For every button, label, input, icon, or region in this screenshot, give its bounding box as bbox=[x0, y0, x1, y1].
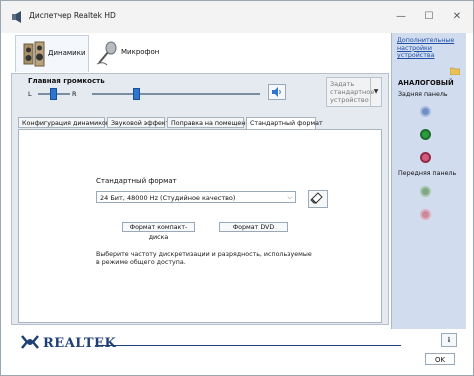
reset-format-button[interactable] bbox=[308, 190, 328, 208]
dvd-format-button[interactable]: Формат DVD bbox=[219, 222, 288, 232]
ok-button[interactable]: OK bbox=[425, 353, 455, 365]
title-bar: Диспетчер Realtek HD — ☐ ✕ bbox=[1, 1, 473, 33]
close-button[interactable]: ✕ bbox=[449, 9, 465, 25]
info-icon: ℹ bbox=[447, 336, 451, 344]
window-title: Диспетчер Realtek HD bbox=[29, 11, 116, 20]
tab-sound-effect[interactable]: Звуковой эффект bbox=[107, 117, 169, 128]
maximize-button[interactable]: ☐ bbox=[421, 9, 437, 25]
rear-pink-jack[interactable] bbox=[420, 152, 431, 163]
tab-microphone-label: Микрофон bbox=[121, 48, 160, 56]
format-select[interactable]: 24 Бит, 48000 Hz (Студийное качество) ⌵ bbox=[96, 191, 296, 203]
default-format-label: Стандартный формат bbox=[96, 177, 177, 185]
rear-panel-label: Задняя панель bbox=[398, 91, 448, 98]
minimize-button[interactable]: — bbox=[393, 9, 409, 25]
main-panel: Главная громкость L R Задать стандартное… bbox=[11, 73, 389, 325]
left-channel-label: L bbox=[28, 90, 32, 98]
volume-slider-track bbox=[92, 93, 260, 95]
rear-green-jack[interactable] bbox=[420, 129, 431, 140]
device-tabs: Динамики Микрофон bbox=[11, 33, 391, 73]
realtek-app-icon bbox=[12, 11, 21, 23]
tab-speakers[interactable]: Динамики bbox=[15, 35, 89, 72]
set-default-device-button[interactable]: Задать стандартное устройство ▼ bbox=[326, 77, 382, 107]
analog-title: АНАЛОГОВЫЙ bbox=[398, 79, 454, 87]
realtek-hd-manager-window: Диспетчер Realtek HD — ☐ ✕ Динамики Микр… bbox=[0, 0, 474, 376]
tab-speaker-configuration[interactable]: Конфигурация динамиков bbox=[18, 117, 110, 128]
eraser-icon bbox=[310, 192, 323, 204]
volume-slider-thumb[interactable] bbox=[133, 88, 140, 100]
info-button[interactable]: ℹ bbox=[441, 333, 457, 347]
realtek-brand: REALTEK bbox=[43, 336, 117, 351]
format-hint-text: Выберите частоту дискретизации и разрядн… bbox=[96, 251, 312, 266]
front-pink-jack[interactable] bbox=[420, 209, 431, 220]
connector-panel: Дополнительные настройки устройства АНАЛ… bbox=[391, 33, 466, 329]
speaker-volume-icon bbox=[272, 87, 281, 97]
tab-room-correction[interactable]: Поправка на помещение bbox=[167, 117, 253, 128]
rear-blue-jack[interactable] bbox=[420, 106, 431, 117]
front-green-jack[interactable] bbox=[420, 186, 431, 197]
speaker-mute-button[interactable] bbox=[268, 84, 286, 100]
right-channel-label: R bbox=[72, 90, 77, 98]
default-format-tab-content: Стандартный формат 24 Бит, 48000 Hz (Сту… bbox=[18, 129, 382, 323]
chevron-down-icon: ⌵ bbox=[287, 194, 292, 201]
set-default-device-label: Задать стандартное устройство bbox=[330, 80, 375, 104]
format-select-value: 24 Бит, 48000 Hz (Студийное качество) bbox=[100, 194, 236, 202]
chevron-down-icon[interactable]: ▼ bbox=[370, 78, 381, 106]
cd-format-button[interactable]: Формат компакт-диска bbox=[122, 222, 195, 241]
tab-speakers-label: Динамики bbox=[48, 49, 86, 57]
microphone-icon bbox=[96, 41, 117, 66]
advanced-device-settings-link[interactable]: Дополнительные настройки устройства bbox=[397, 37, 461, 60]
front-panel-label: Передняя панель bbox=[398, 170, 457, 177]
brand-divider bbox=[95, 345, 401, 346]
speakers-icon bbox=[23, 41, 45, 67]
main-volume-label: Главная громкость bbox=[28, 77, 105, 85]
folder-icon[interactable] bbox=[450, 67, 460, 75]
balance-slider-thumb[interactable] bbox=[50, 88, 57, 100]
realtek-crab-logo bbox=[21, 335, 39, 349]
tab-microphone[interactable]: Микрофон bbox=[89, 35, 159, 71]
